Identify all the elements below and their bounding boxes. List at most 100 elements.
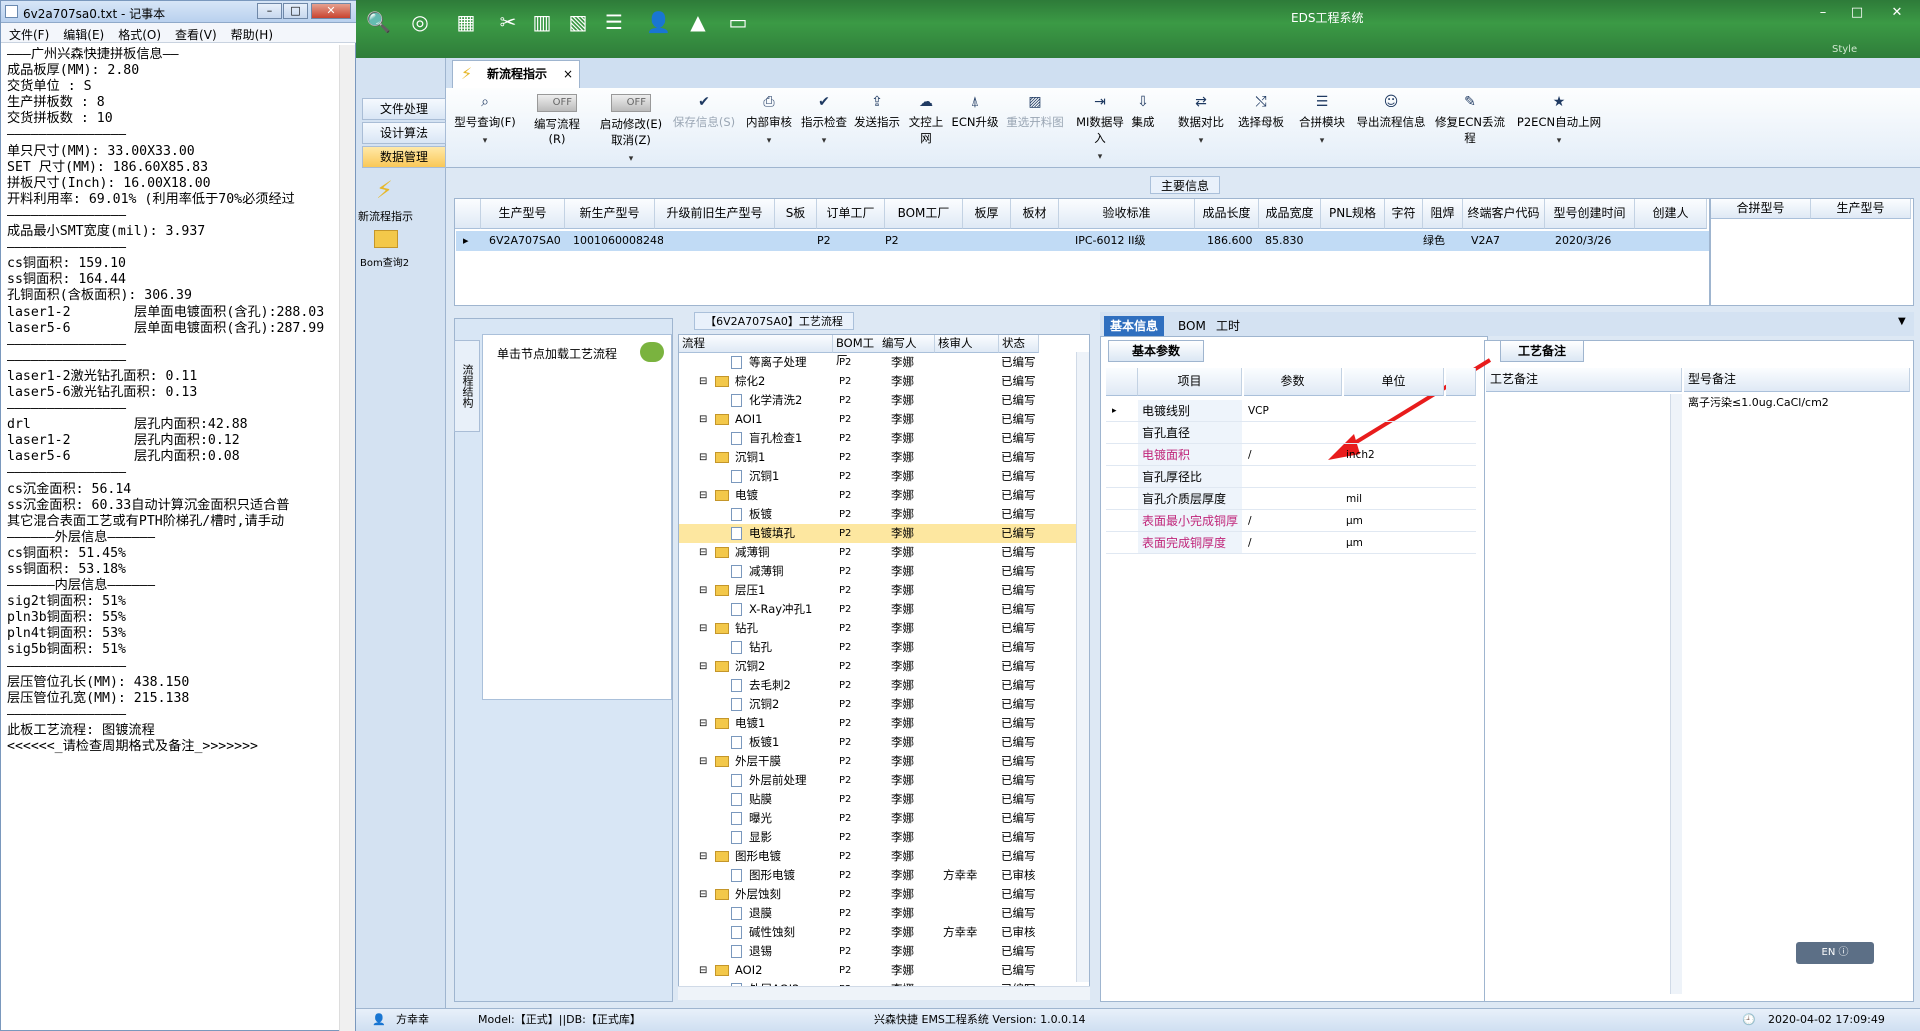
table-cell[interactable] (1321, 232, 1385, 250)
tree-row[interactable]: 电镀填孔 P2 李娜 已编写 (679, 524, 1079, 543)
chevron-down-icon[interactable]: ▾ (1514, 136, 1604, 146)
chevron-down-icon[interactable]: ▾ (450, 136, 520, 146)
menu-view[interactable]: 查看(V) (167, 23, 223, 43)
param-row[interactable]: 表面最小完成铜厚 / μm (1106, 510, 1476, 532)
tree-row[interactable]: ⊟ 棕化2 P2 李娜 已编写 (679, 372, 1079, 391)
tab-basic-params[interactable]: 基本参数 (1108, 340, 1204, 362)
table-cell[interactable]: V2A7 (1471, 232, 1553, 250)
tab-basic-info[interactable]: 基本信息 (1104, 316, 1165, 336)
param-row[interactable]: 盲孔厚径比 (1106, 466, 1476, 488)
chevron-down-icon[interactable]: ▾ (596, 154, 666, 164)
nav-new-flow-label[interactable]: 新流程指示 (358, 208, 413, 224)
toggle-switch[interactable]: OFF (611, 94, 651, 112)
tree-row[interactable]: 去毛刺2 P2 李娜 已编写 (679, 676, 1079, 695)
table-cell[interactable] (1635, 232, 1707, 250)
tree-row[interactable]: ⊟ 电镀 P2 李娜 已编写 (679, 486, 1079, 505)
tree-row[interactable]: 沉铜1 P2 李娜 已编写 (679, 467, 1079, 486)
tree-row[interactable]: ⊟ 钻孔 P2 李娜 已编写 (679, 619, 1079, 638)
toggle-switch[interactable]: OFF (537, 94, 577, 112)
tree-row[interactable]: 曝光 P2 李娜 已编写 (679, 809, 1079, 828)
tree-row[interactable]: 钻孔 P2 李娜 已编写 (679, 638, 1079, 657)
ribbon-button-9[interactable]: ▨ 重选开料图 (1002, 94, 1068, 164)
app-maximize-button[interactable]: □ (1846, 5, 1868, 21)
chevron-down-icon[interactable]: ▾ (1294, 136, 1350, 146)
param-value[interactable]: / (1248, 444, 1252, 466)
tree-row[interactable]: ⊟ AOI2 P2 李娜 已编写 (679, 961, 1079, 980)
expand-icon[interactable]: ⊟ (699, 372, 707, 391)
tree-row[interactable]: 贴膜 P2 李娜 已编写 (679, 790, 1079, 809)
table-cell[interactable]: 6V2A707SA0 (489, 232, 573, 250)
table-cell[interactable] (963, 232, 1011, 250)
param-value[interactable]: VCP (1248, 400, 1269, 422)
table-cell[interactable]: 绿色 (1423, 232, 1463, 250)
tab-close-icon[interactable]: × (563, 61, 573, 87)
expand-icon[interactable]: ⊟ (699, 448, 707, 467)
tree-horizontal-scrollbar[interactable] (678, 986, 1090, 1000)
table-cell[interactable]: 85.830 (1265, 232, 1327, 250)
table-cell[interactable]: P2 (817, 232, 885, 250)
tree-row[interactable]: ⊟ 沉铜1 P2 李娜 已编写 (679, 448, 1079, 467)
tree-row[interactable]: 沉铜2 P2 李娜 已编写 (679, 695, 1079, 714)
nav-file-processing[interactable]: 文件处理 (362, 98, 446, 120)
flow-load-box[interactable]: 单击节点加载工艺流程 (482, 334, 672, 700)
tree-vertical-scrollbar[interactable] (1076, 352, 1089, 982)
tree-row[interactable]: ⊟ 层压1 P2 李娜 已编写 (679, 581, 1079, 600)
remark-scrollbar[interactable] (1670, 394, 1682, 994)
table-cell[interactable] (655, 232, 775, 250)
expand-icon[interactable]: ⊟ (699, 885, 707, 904)
menu-edit[interactable]: 编辑(E) (55, 23, 110, 43)
tree-row[interactable]: ⊟ 外层蚀刻 P2 李娜 已编写 (679, 885, 1079, 904)
expand-icon[interactable]: ⊟ (699, 543, 707, 562)
style-label[interactable]: Style (1832, 44, 1857, 55)
model-remark-text[interactable]: 离子污染≤1.0ug.CaCl/cm2 (1688, 394, 1829, 410)
param-row[interactable]: ▸ 电镀线别 VCP (1106, 400, 1476, 422)
table-cell[interactable] (775, 232, 817, 250)
area-chart-icon[interactable]: ▲ (686, 10, 710, 34)
ribbon-button-14[interactable]: ☰ 合拼模块 ▾ (1294, 94, 1350, 164)
param-row[interactable]: 表面完成铜厚度 / μm (1106, 532, 1476, 554)
ribbon-button-17[interactable]: ★ P2ECN自动上网 ▾ (1514, 94, 1604, 164)
app-minimize-button[interactable]: – (1812, 5, 1834, 21)
language-toolbar[interactable]: EN ⓘ (1796, 942, 1874, 964)
film-icon[interactable]: ▥ (530, 10, 554, 34)
table-cell[interactable]: 2020/3/26 (1555, 232, 1645, 250)
user-icon[interactable]: 👤 (646, 10, 671, 34)
tree-row[interactable]: ⊟ 图形电镀 P2 李娜 已编写 (679, 847, 1079, 866)
ribbon-button-6[interactable]: ⇪ 发送指示 (852, 94, 902, 164)
tree-row[interactable]: ⊟ AOI1 P2 李娜 已编写 (679, 410, 1079, 429)
tree-row[interactable]: ⊟ 减薄铜 P2 李娜 已编写 (679, 543, 1079, 562)
close-button[interactable]: ✕ (311, 3, 351, 19)
ribbon-button-16[interactable]: ✎ 修复ECN丢流程 (1432, 94, 1508, 164)
minimize-button[interactable]: – (257, 3, 282, 19)
ribbon-button-3[interactable]: ✔ 保存信息(S) (672, 94, 736, 164)
ribbon-button-4[interactable]: ⎙ 内部审核 ▾ (744, 94, 794, 164)
ribbon-button-5[interactable]: ✔ 指示检查 ▾ (798, 94, 850, 164)
tree-row[interactable]: 板镀1 P2 李娜 已编写 (679, 733, 1079, 752)
param-value[interactable]: / (1248, 510, 1252, 532)
param-row[interactable]: 盲孔直径 (1106, 422, 1476, 444)
tree-row[interactable]: 碱性蚀刻 P2 李娜 方幸幸 已审核 (679, 923, 1079, 942)
tab-work-hours[interactable]: 工时 (1210, 316, 1246, 336)
tree-row[interactable]: 化学清洗2 P2 李娜 已编写 (679, 391, 1079, 410)
chevron-down-icon[interactable]: ▾ (1176, 136, 1226, 146)
expand-icon[interactable]: ⊟ (699, 486, 707, 505)
maximize-button[interactable]: □ (283, 3, 308, 19)
tree-row[interactable]: 板镀 P2 李娜 已编写 (679, 505, 1079, 524)
ribbon-button-1[interactable]: OFF 编写流程(R) (526, 94, 588, 164)
expand-icon[interactable]: ⊟ (699, 619, 707, 638)
expand-icon[interactable]: ⊟ (699, 410, 707, 429)
lifebuoy-icon[interactable]: ◎ (408, 10, 432, 34)
monitor-icon[interactable]: ▭ (726, 10, 750, 34)
param-row[interactable]: 电镀面积 / inch2 (1106, 444, 1476, 466)
tree-row[interactable]: X-Ray冲孔1 P2 李娜 已编写 (679, 600, 1079, 619)
table-cell[interactable]: IPC-6012 II级 (1075, 232, 1211, 250)
notepad-scrollbar[interactable] (339, 45, 355, 1031)
lightning-icon[interactable]: ⚡ (376, 176, 393, 204)
menu-file[interactable]: 文件(F) (1, 23, 55, 43)
chevron-down-icon[interactable]: ▾ (798, 136, 850, 146)
search-icon[interactable]: 🔍 (366, 10, 391, 34)
help-icon[interactable]: ⓘ (1839, 947, 1849, 958)
tree-row[interactable]: 减薄铜 P2 李娜 已编写 (679, 562, 1079, 581)
ribbon-button-0[interactable]: ⌕ 型号查询(F) ▾ (450, 94, 520, 164)
chevron-down-icon[interactable]: ▾ (1072, 152, 1128, 162)
